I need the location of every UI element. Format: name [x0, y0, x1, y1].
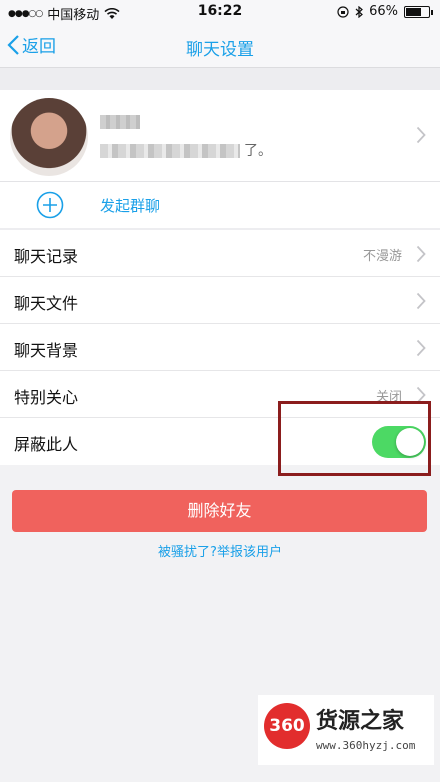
page-title: 聊天设置 — [186, 40, 254, 60]
chat-background-row[interactable]: 聊天背景 — [0, 324, 440, 371]
chat-files-row[interactable]: 聊天文件 — [0, 277, 440, 324]
nav-bar: 返回 聊天设置 — [0, 24, 440, 68]
row-label: 屏蔽此人 — [14, 435, 79, 454]
row-value: 不漫游 — [362, 249, 402, 264]
battery-icon — [404, 5, 433, 18]
add-circle-icon[interactable] — [36, 191, 64, 219]
status-right: 66% — [337, 4, 433, 19]
chat-history-row[interactable]: 聊天记录 不漫游 — [0, 230, 440, 277]
chevron-right-icon — [416, 339, 426, 357]
avatar[interactable] — [10, 98, 88, 176]
report-user-link[interactable]: 被骚扰了?举报该用户 — [0, 541, 440, 560]
bluetooth-icon — [355, 5, 364, 18]
row-label: 聊天背景 — [14, 341, 79, 360]
annotation-highlight-box — [278, 401, 431, 476]
watermark: 360 货源之家 www.360hyzj.com — [258, 695, 434, 765]
start-group-chat-row[interactable]: 发起群聊 — [0, 182, 440, 228]
chevron-right-icon — [416, 245, 426, 263]
chevron-right-icon — [416, 126, 426, 144]
signature-tail: 了。 — [244, 143, 272, 159]
row-label: 聊天记录 — [14, 247, 79, 266]
signature-blurred — [100, 144, 240, 158]
delete-friend-button[interactable]: 删除好友 — [12, 490, 427, 532]
chevron-right-icon — [416, 292, 426, 310]
row-label: 特别关心 — [14, 388, 79, 407]
profile-card[interactable]: 了。 — [0, 90, 440, 182]
watermark-url: www.360hyzj.com — [316, 739, 416, 752]
status-bar: ●●●○○ 中国移动 16:22 66% — [0, 0, 440, 24]
start-group-chat-label[interactable]: 发起群聊 — [100, 195, 160, 216]
nickname-blurred — [100, 115, 140, 129]
section-gap — [0, 68, 440, 90]
row-label: 聊天文件 — [14, 294, 79, 313]
watermark-logo: 360 — [264, 703, 310, 749]
watermark-title: 货源之家 — [316, 708, 405, 734]
lock-rotation-icon — [337, 5, 349, 18]
battery-level — [406, 7, 421, 16]
battery-percent: 66% — [369, 4, 398, 19]
